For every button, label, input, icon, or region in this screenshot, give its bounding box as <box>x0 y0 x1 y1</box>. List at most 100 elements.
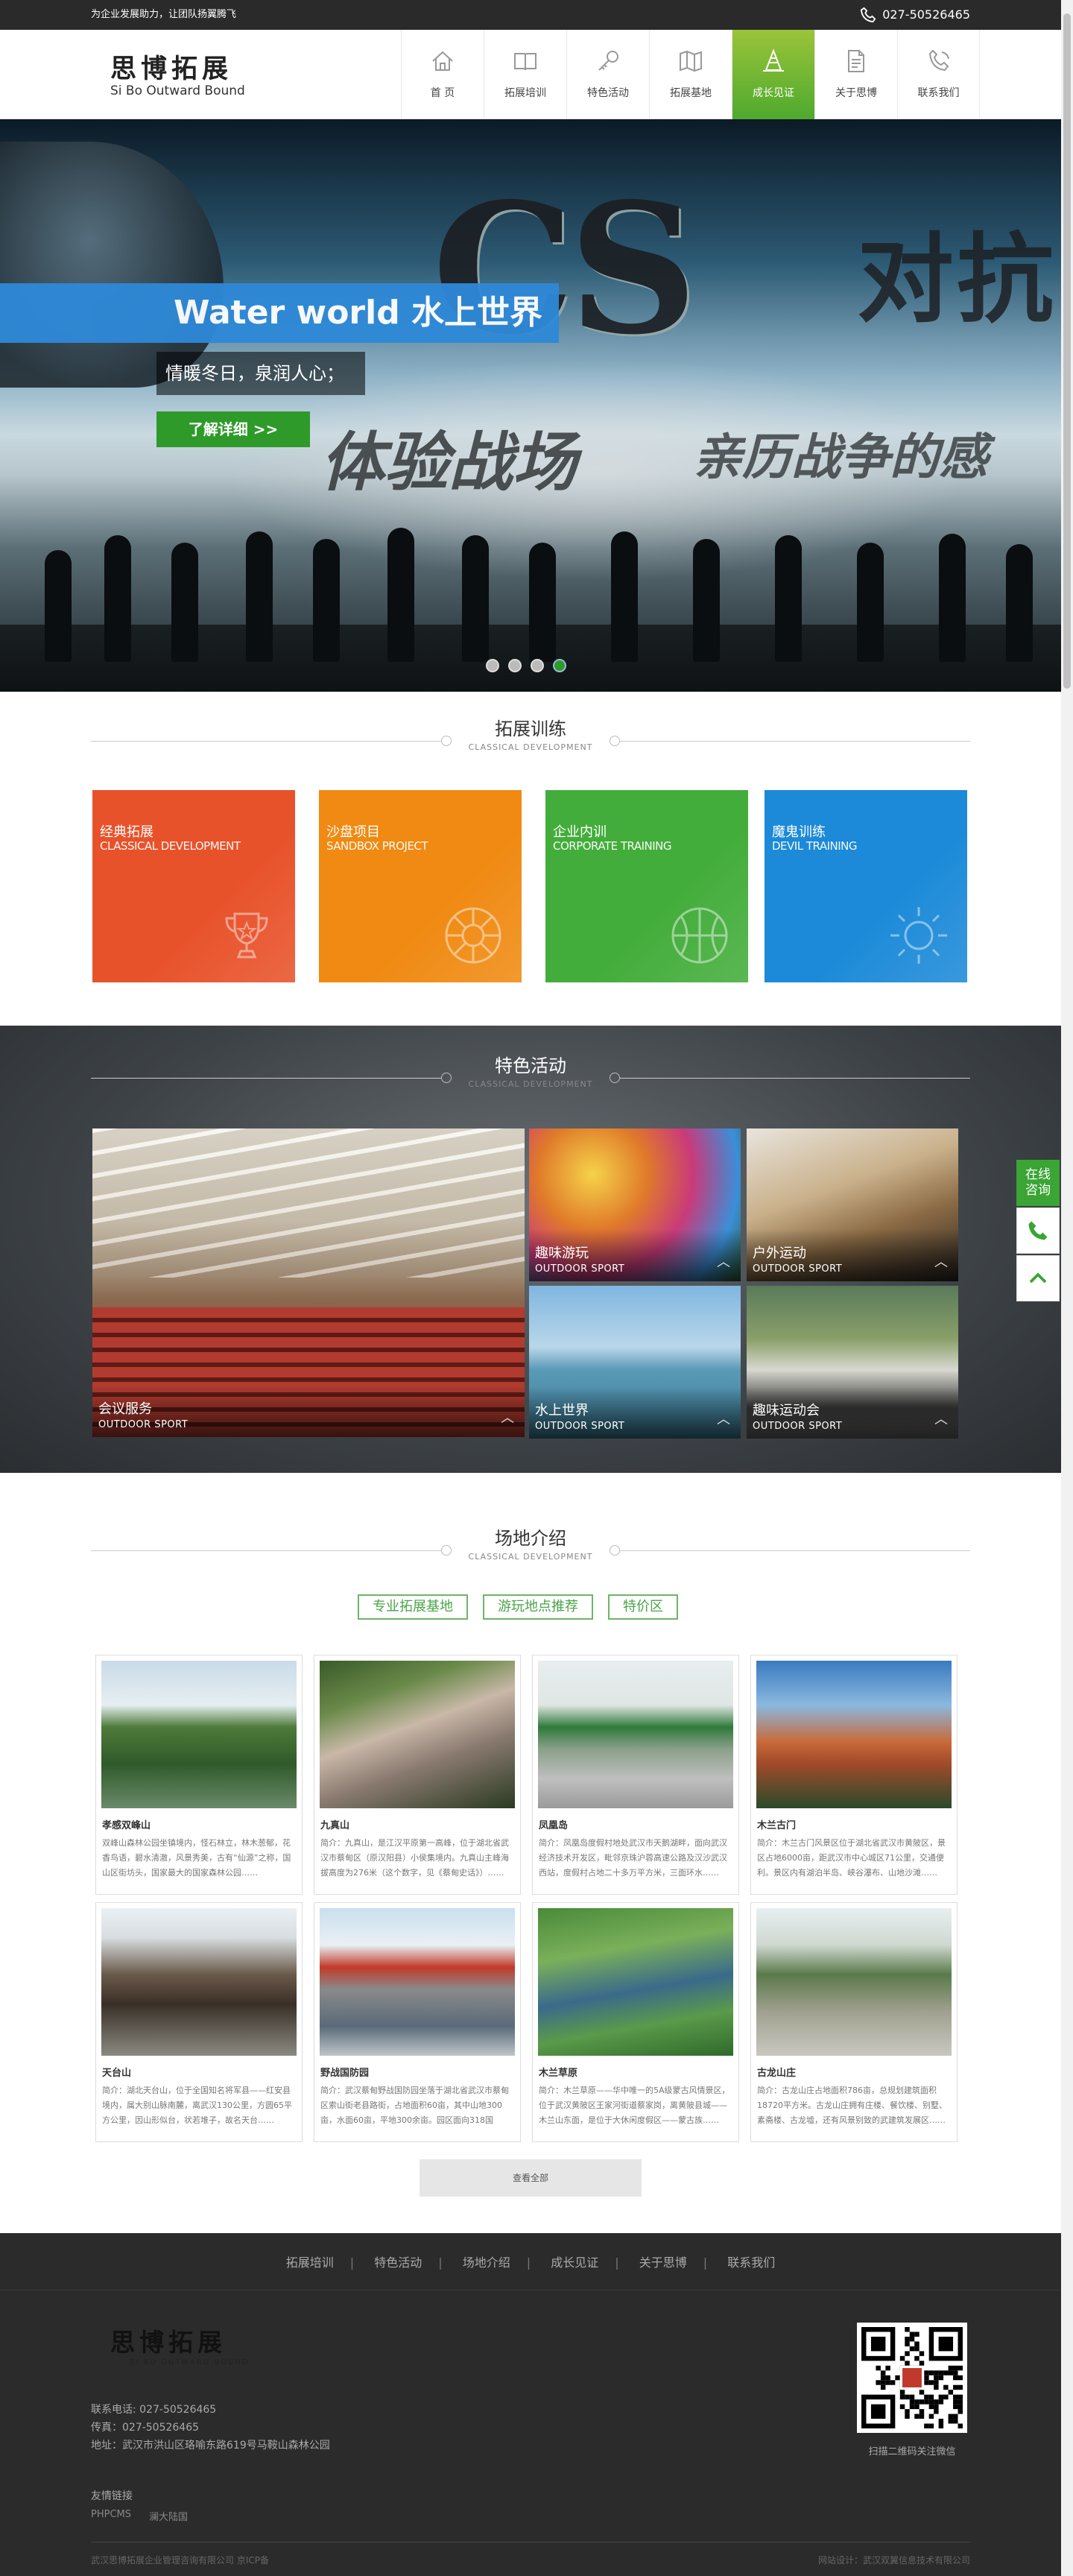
main-nav: 首 页 拓展培训 特色活动 拓展基地 成长见证 关于思博 联系我们 <box>401 30 980 119</box>
back-to-top-button[interactable] <box>1016 1255 1060 1301</box>
tab-special-offers[interactable]: 特价区 <box>608 1594 678 1620</box>
venue-card[interactable]: 木兰古门 简介：木兰古门风景区位于湖北省武汉市黄陂区，景区占地6000亩，距武汉市… <box>750 1655 958 1895</box>
venue-name[interactable]: 凤凰岛 <box>539 1817 733 1831</box>
chevron-up-icon: ︿ <box>717 1412 730 1427</box>
venue-card[interactable]: 九真山简介：九真山，是江汉平原第一高峰，位于湖北省武汉市蔡甸区（原汉阳县）小侯集… <box>314 1655 521 1895</box>
venue-name[interactable]: 天台山 <box>102 2065 297 2079</box>
slider-dot[interactable] <box>531 659 544 672</box>
footer: 拓展培训 | 特色活动 | 场地介绍 | 成长见证 | 关于思博 | 联系我们 思博拓展 … <box>0 2233 1061 2576</box>
training-card-en: CLASSICAL DEVELOPMENT <box>100 839 241 853</box>
training-card-title: 经典拓展 <box>100 824 153 840</box>
friend-link[interactable]: 澜大陆国 <box>149 2509 188 2523</box>
activity-tile-games[interactable]: 趣味运动会 OUTDOOR SPORT ︿ <box>747 1286 958 1439</box>
venue-photo[interactable] <box>538 1908 733 2056</box>
footer-link[interactable]: 联系我们 <box>727 2255 775 2270</box>
venue-name[interactable]: 木兰古门 <box>757 1817 952 1831</box>
chevron-up-icon <box>1029 1272 1047 1284</box>
training-card[interactable]: 经典拓展 CLASSICAL DEVELOPMENT <box>92 790 295 982</box>
page-scrollbar[interactable] <box>1061 0 1073 2576</box>
footer-logo-en: SI BO OUTWARD BOUND <box>130 2358 250 2367</box>
footer-link[interactable]: 场地介绍 <box>463 2255 510 2270</box>
venue-photo[interactable] <box>101 1908 297 2056</box>
slider-dot[interactable] <box>508 659 522 672</box>
nav-item-training[interactable]: 拓展培训 <box>484 30 566 119</box>
slider-dot[interactable] <box>486 659 499 672</box>
site-designer[interactable]: 网站设计：武汉双翼信息技术有限公司 <box>818 2554 970 2566</box>
banner-tiyan-text: 体验战场 <box>320 426 577 500</box>
venue-description: 简介：古龙山庄占地面积786亩，总规划建筑面积18720平方米。古龙山庄拥有庄楼… <box>757 2086 947 2125</box>
phone-icon <box>861 7 876 23</box>
activity-name: 水上世界 <box>535 1403 589 1418</box>
nav-item-bases[interactable]: 拓展基地 <box>649 30 732 119</box>
footer-link[interactable]: 拓展培训 <box>286 2255 334 2270</box>
document-icon <box>848 50 864 72</box>
scrollbar-thumb[interactable] <box>1063 13 1071 689</box>
footer-link[interactable]: 特色活动 <box>374 2255 422 2270</box>
nav-item-home[interactable]: 首 页 <box>401 30 484 119</box>
venue-name[interactable]: 孝感双峰山 <box>102 1817 297 1831</box>
nav-label: 特色活动 <box>587 87 629 99</box>
activity-tile-water[interactable]: 水上世界 OUTDOOR SPORT ︿ <box>529 1286 741 1439</box>
venue-name[interactable]: 九真山 <box>320 1817 515 1831</box>
qr-code <box>857 2323 967 2433</box>
training-card[interactable]: 魔鬼训练 DEVIL TRAINING <box>765 790 967 982</box>
venue-name[interactable]: 野战国防园 <box>320 2065 515 2079</box>
venue-description: 简介：凤凰岛度假村地处武汉市天鹅湖畔，面向武汉经济技术开发区，毗邻京珠沪蓉高速公… <box>539 1838 727 1878</box>
slider-dot[interactable] <box>553 659 566 672</box>
footer-nav: 拓展培训 | 特色活动 | 场地介绍 | 成长见证 | 关于思博 | 联系我们 <box>285 2255 776 2270</box>
activity-tile-meeting[interactable]: 会议服务 OUTDOOR SPORT ︿ <box>92 1128 525 1437</box>
banner-subtitle: 情暖冬日，泉润人心； <box>156 352 365 395</box>
friend-link[interactable]: PHPCMS <box>91 2509 131 2523</box>
training-card[interactable]: 沙盘项目 SANDBOX PROJECT <box>319 790 522 982</box>
top-slogan: 为企业发展助力，让团队扬翼腾飞 <box>91 9 237 20</box>
venue-photo[interactable] <box>320 1908 515 2056</box>
activity-en: OUTDOOR SPORT <box>753 1263 843 1275</box>
venues-heading: 场地介绍 <box>495 1528 566 1549</box>
activity-tile-fun[interactable]: 趣味游玩 OUTDOOR SPORT ︿ <box>529 1128 741 1281</box>
footer-address: 地址：武汉市洪山区珞喻东路619号马鞍山森林公园 <box>91 2440 330 2452</box>
activity-tile-outdoor[interactable]: 户外运动 OUTDOOR SPORT ︿ <box>747 1128 958 1281</box>
activities-heading: 特色活动 <box>495 1055 566 1076</box>
chevron-up-icon: ︿ <box>934 1412 948 1427</box>
nav-label: 联系我们 <box>917 87 960 99</box>
venue-photo[interactable] <box>756 1661 952 1808</box>
venue-photo[interactable] <box>101 1661 297 1808</box>
online-consult-button[interactable]: 在线 咨询 <box>1016 1160 1060 1206</box>
nav-label: 成长见证 <box>753 87 794 99</box>
tab-recommended-spots[interactable]: 游玩地点推荐 <box>483 1594 593 1620</box>
friend-links: PHPCMS 澜大陆国 <box>91 2509 188 2523</box>
view-all-button[interactable]: 查看全部 <box>420 2159 642 2197</box>
venues-subheading: CLASSICAL DEVELOPMENT <box>468 1552 593 1562</box>
chevron-up-icon: ︿ <box>717 1254 730 1270</box>
nav-item-contact[interactable]: 联系我们 <box>897 30 980 119</box>
tab-professional-bases[interactable]: 专业拓展基地 <box>358 1594 468 1620</box>
venue-photo[interactable] <box>756 1908 952 2056</box>
slider-dots <box>486 659 566 672</box>
venue-card[interactable]: 天台山 简介：湖北天台山，位于全国知名将军县——红安县境内，属大别山脉南麓，离武汉… <box>95 1902 303 2142</box>
venue-card[interactable]: 木兰草原 简介：木兰草原——华中唯一的5A级蒙古风情景区，位于武汉黄陂区王家河街道… <box>532 1902 739 2142</box>
venue-card[interactable]: 古龙山庄简介：古龙山庄占地面积786亩，总规划建筑面积18720平方米。古龙山庄… <box>750 1902 958 2142</box>
logo-text[interactable]: 思博拓展 <box>110 48 232 86</box>
top-phone: 027-50526465 <box>860 0 970 30</box>
training-card-title: 企业内训 <box>553 824 607 840</box>
venue-name[interactable]: 木兰草原 <box>539 2065 733 2079</box>
training-card-title: 沙盘项目 <box>326 824 380 840</box>
venue-description: 简介：九真山，是江汉平原第一高峰，位于湖北省武汉市蔡甸区（原汉阳县）小侯集境内。… <box>320 1838 509 1878</box>
venue-name[interactable]: 古龙山庄 <box>757 2065 952 2079</box>
activity-en: OUTDOOR SPORT <box>535 1421 625 1432</box>
venue-photo[interactable] <box>320 1661 515 1808</box>
nav-item-about[interactable]: 关于思博 <box>814 30 897 119</box>
footer-link[interactable]: 成长见证 <box>551 2255 598 2270</box>
nav-label: 拓展培训 <box>504 87 546 99</box>
hero-banner[interactable]: CS 对抗 体验战场 亲历战争的感 Water world 水上世界 情暖冬日，… <box>0 119 1061 692</box>
training-card[interactable]: 企业内训 CORPORATE TRAINING <box>545 790 748 982</box>
venue-card[interactable]: 孝感双峰山 双峰山森林公园坐镇境内，怪石林立，林木葱郁，花香鸟语，碧水清澈，风景秀… <box>95 1655 303 1895</box>
footer-link[interactable]: 关于思博 <box>639 2255 687 2270</box>
nav-item-growth[interactable]: 成长见证 <box>732 30 814 119</box>
banner-detail-button[interactable]: 了解详细 >> <box>156 411 310 447</box>
venue-card[interactable]: 野战国防园 简介：武汉蔡甸野战国防园坐落于湖北省武汉市蔡甸区索山街老县路街，占地面… <box>314 1902 521 2142</box>
venue-card[interactable]: 凤凰岛简介：凤凰岛度假村地处武汉市天鹅湖畔，面向武汉经济技术开发区，毗邻京珠沪蓉… <box>532 1655 739 1895</box>
side-phone-button[interactable] <box>1016 1208 1060 1254</box>
venue-photo[interactable] <box>538 1661 733 1808</box>
nav-item-activities[interactable]: 特色活动 <box>566 30 649 119</box>
